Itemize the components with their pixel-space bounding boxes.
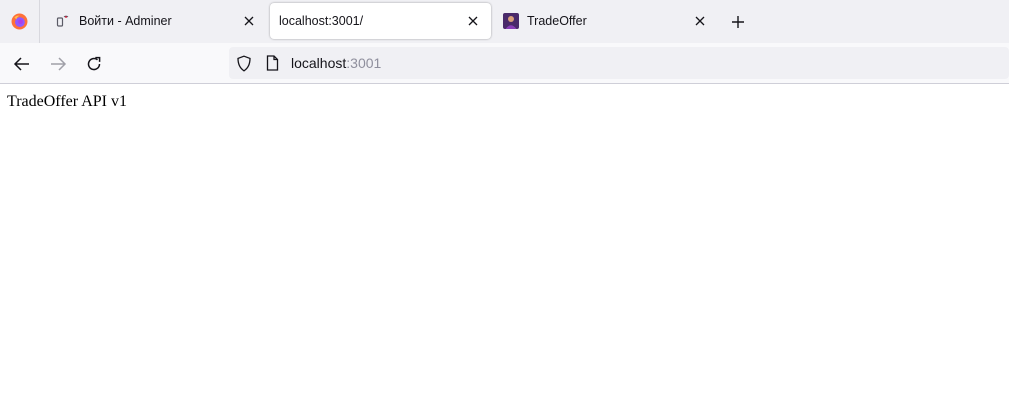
navigation-toolbar: localhost:3001 — [0, 43, 1009, 84]
tab-localhost[interactable]: localhost:3001/ — [270, 3, 491, 39]
plus-icon — [732, 16, 744, 28]
url-port: :3001 — [346, 55, 382, 71]
page-content: TradeOffer API v1 — [0, 84, 1009, 413]
new-tab-button[interactable] — [726, 10, 750, 34]
tab-bar: Войти - Adminer localhost:3001/ TradeOff… — [0, 0, 1009, 43]
tab-tradeoffer-title: TradeOffer — [527, 14, 587, 28]
arrow-left-icon — [13, 57, 29, 71]
tab-localhost-close-icon[interactable] — [465, 13, 481, 29]
tab-adminer-title: Войти - Adminer — [79, 14, 172, 28]
reload-icon — [87, 56, 101, 71]
tradeoffer-favicon-icon — [503, 13, 519, 29]
tab-adminer-close-icon[interactable] — [241, 13, 257, 29]
url-host: localhost — [291, 55, 347, 71]
arrow-right-icon — [51, 57, 67, 71]
page-info-icon[interactable] — [263, 54, 281, 72]
firefox-logo-icon — [11, 13, 28, 30]
adminer-favicon-icon — [55, 13, 71, 29]
tab-localhost-title: localhost:3001/ — [279, 14, 364, 28]
api-version-text: TradeOffer API v1 — [7, 93, 127, 110]
back-button[interactable] — [8, 51, 36, 77]
url-bar[interactable]: localhost:3001 — [229, 47, 1009, 79]
tab-adminer[interactable]: Войти - Adminer — [41, 3, 267, 39]
firefox-view-button[interactable] — [0, 0, 40, 43]
reload-button[interactable] — [80, 51, 108, 77]
url-text[interactable]: localhost:3001 — [291, 55, 381, 71]
tab-tradeoffer[interactable]: TradeOffer — [494, 3, 718, 39]
tab-tradeoffer-close-icon[interactable] — [692, 13, 708, 29]
tracking-protection-shield-icon[interactable] — [235, 54, 253, 72]
forward-button[interactable] — [44, 51, 72, 77]
